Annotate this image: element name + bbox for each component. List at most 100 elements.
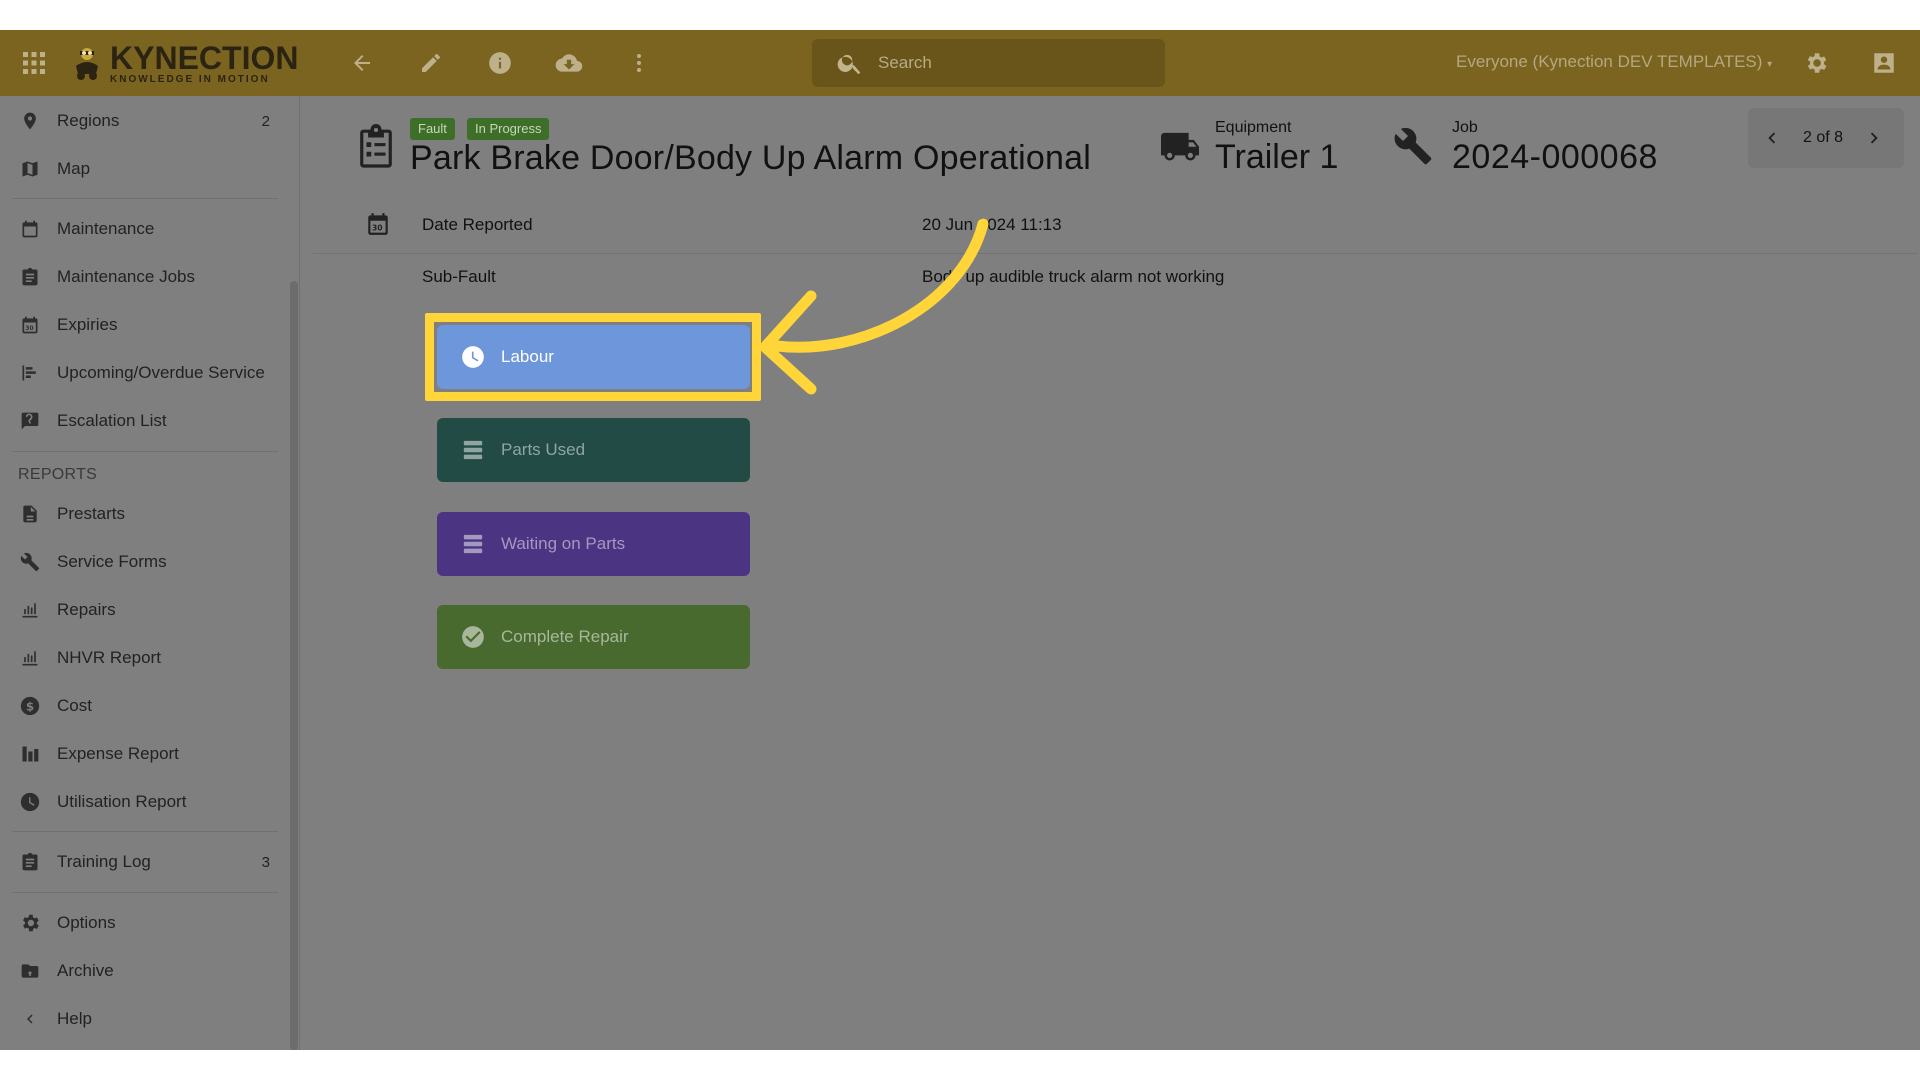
- sidebar-item-expense-report[interactable]: Expense Report: [0, 734, 290, 774]
- account-icon[interactable]: [1868, 47, 1900, 79]
- sidebar-item-label: Options: [57, 913, 116, 932]
- sidebar-item-label: Maintenance Jobs: [57, 267, 195, 286]
- sidebar-item-repairs[interactable]: Repairs: [0, 590, 290, 630]
- chevron-left-icon: [1768, 132, 1776, 144]
- timeline-icon: [17, 360, 43, 386]
- brand-logo[interactable]: KYNECTION KNOWLEDGE IN MOTION: [70, 40, 298, 86]
- location-pin-icon: [17, 108, 43, 134]
- brand-name: KYNECTION: [110, 39, 299, 76]
- complete-repair-button[interactable]: Complete Repair: [437, 605, 750, 669]
- status-badge: Fault: [410, 118, 455, 140]
- clipboard-icon: [357, 124, 395, 175]
- sidebar-item-regions[interactable]: Regions 2: [0, 101, 290, 141]
- sidebar-item-label: Expense Report: [57, 744, 179, 763]
- previous-record-button[interactable]: [1756, 122, 1788, 154]
- sidebar-item-maintenance-jobs[interactable]: Maintenance Jobs: [0, 257, 290, 297]
- list-icon: [459, 436, 487, 464]
- sidebar-item-label: Service Forms: [57, 552, 167, 571]
- sub-fault-value: Body up audible truck alarm not working: [922, 267, 1225, 286]
- sidebar-item-expiries[interactable]: 30 Expiries: [0, 305, 290, 345]
- next-record-button[interactable]: [1858, 122, 1890, 154]
- chevron-right-icon: [1870, 132, 1878, 144]
- chart-icon: [17, 645, 43, 671]
- org-selector[interactable]: Everyone (Kynection DEV TEMPLATES) ▾: [1456, 52, 1772, 72]
- info-icon[interactable]: [484, 47, 516, 79]
- sidebar-item-prestarts[interactable]: Prestarts: [0, 494, 290, 534]
- waiting-on-parts-button-label: Waiting on Parts: [501, 534, 626, 553]
- back-arrow-icon[interactable]: [346, 47, 378, 79]
- sidebar-item-help[interactable]: Help: [0, 999, 290, 1039]
- app-window: KYNECTION KNOWLEDGE IN MOTION Everyone (…: [0, 30, 1920, 1050]
- sidebar: Regions 2 Map Maintenance Maintenance Jo…: [0, 96, 300, 1050]
- svg-text:$: $: [26, 700, 34, 714]
- parts-used-button[interactable]: Parts Used: [437, 418, 750, 482]
- complete-repair-button-label: Complete Repair: [501, 627, 629, 646]
- chart-icon: [17, 597, 43, 623]
- gear-icon: [17, 910, 43, 936]
- sidebar-item-maintenance[interactable]: Maintenance: [0, 209, 290, 249]
- reports-section-heading: REPORTS: [18, 466, 98, 483]
- sidebar-item-service-forms[interactable]: Service Forms: [0, 542, 290, 582]
- sidebar-item-options[interactable]: Options: [0, 903, 290, 943]
- sidebar-item-label: Archive: [57, 961, 114, 980]
- document-icon: [17, 501, 43, 527]
- pager-position: 2 of 8: [1802, 129, 1844, 146]
- job-detail-panel: Fault In Progress Park Brake Door/Body U…: [301, 96, 1920, 1050]
- search-icon: [837, 54, 861, 75]
- bar-chart-icon: [17, 741, 43, 767]
- settings-gear-icon[interactable]: [1800, 47, 1832, 79]
- equipment-label: Equipment: [1215, 119, 1292, 136]
- cloud-download-icon[interactable]: [553, 47, 585, 79]
- map-icon: [17, 156, 43, 182]
- sidebar-divider: [12, 892, 278, 893]
- waiting-on-parts-button[interactable]: Waiting on Parts: [437, 512, 750, 576]
- sidebar-item-utilisation-report[interactable]: Utilisation Report: [0, 782, 290, 822]
- sidebar-item-label: Help: [57, 1009, 92, 1028]
- sub-fault-label: Sub-Fault: [422, 267, 496, 286]
- status-badge: In Progress: [467, 118, 550, 140]
- chevron-left-icon: [17, 1006, 43, 1032]
- svg-text:30: 30: [25, 326, 33, 332]
- sidebar-item-label: Maintenance: [57, 219, 155, 238]
- sidebar-item-upcoming-overdue-service[interactable]: Upcoming/Overdue Service: [0, 353, 290, 393]
- clock-icon: [17, 789, 43, 815]
- labour-button-label: Labour: [501, 347, 554, 366]
- edit-pencil-icon[interactable]: [415, 47, 447, 79]
- sidebar-item-training-log[interactable]: Training Log 3: [0, 842, 290, 882]
- brand-tagline: KNOWLEDGE IN MOTION: [110, 73, 270, 85]
- calendar-icon: [17, 216, 43, 242]
- sidebar-scrollbar[interactable]: [290, 281, 298, 1050]
- equipment-link[interactable]: Trailer 1: [1215, 138, 1338, 177]
- list-icon: [459, 530, 487, 558]
- row-divider: [313, 253, 1918, 254]
- parts-used-button-label: Parts Used: [501, 440, 586, 459]
- sidebar-item-nhvr-report[interactable]: NHVR Report: [0, 638, 290, 678]
- sidebar-item-label: Training Log: [57, 852, 151, 871]
- count-badge: 3: [261, 853, 270, 871]
- date-reported-label: Date Reported: [422, 215, 533, 234]
- wrench-icon: [17, 549, 43, 575]
- sidebar-item-cost[interactable]: $ Cost: [0, 686, 290, 726]
- report-question-icon: [17, 408, 43, 434]
- search-bar[interactable]: [812, 39, 1165, 87]
- sidebar-divider: [12, 451, 278, 452]
- apps-icon[interactable]: [18, 47, 50, 79]
- labour-button[interactable]: Labour: [437, 325, 750, 389]
- archive-icon: [17, 958, 43, 984]
- sidebar-item-label: Map: [57, 159, 91, 178]
- date-reported-value: 20 Jun 2024 11:13: [922, 215, 1062, 234]
- more-vert-icon[interactable]: [623, 47, 655, 79]
- sidebar-item-label: Regions: [57, 111, 120, 130]
- sidebar-item-archive[interactable]: Archive: [0, 951, 290, 991]
- page-title: Park Brake Door/Body Up Alarm Operationa…: [410, 139, 1091, 177]
- clipboard-icon: [17, 849, 43, 875]
- sidebar-item-escalation-list[interactable]: Escalation List: [0, 401, 290, 441]
- sidebar-divider: [12, 198, 278, 199]
- sidebar-item-label: Upcoming/Overdue Service: [57, 363, 265, 382]
- sidebar-item-label: Repairs: [57, 600, 116, 619]
- svg-text:30: 30: [372, 224, 383, 233]
- search-input[interactable]: [878, 53, 1138, 73]
- check-circle-icon: [459, 623, 487, 651]
- sidebar-item-map[interactable]: Map: [0, 149, 290, 189]
- org-selector-label: Everyone (Kynection DEV TEMPLATES): [1456, 52, 1763, 71]
